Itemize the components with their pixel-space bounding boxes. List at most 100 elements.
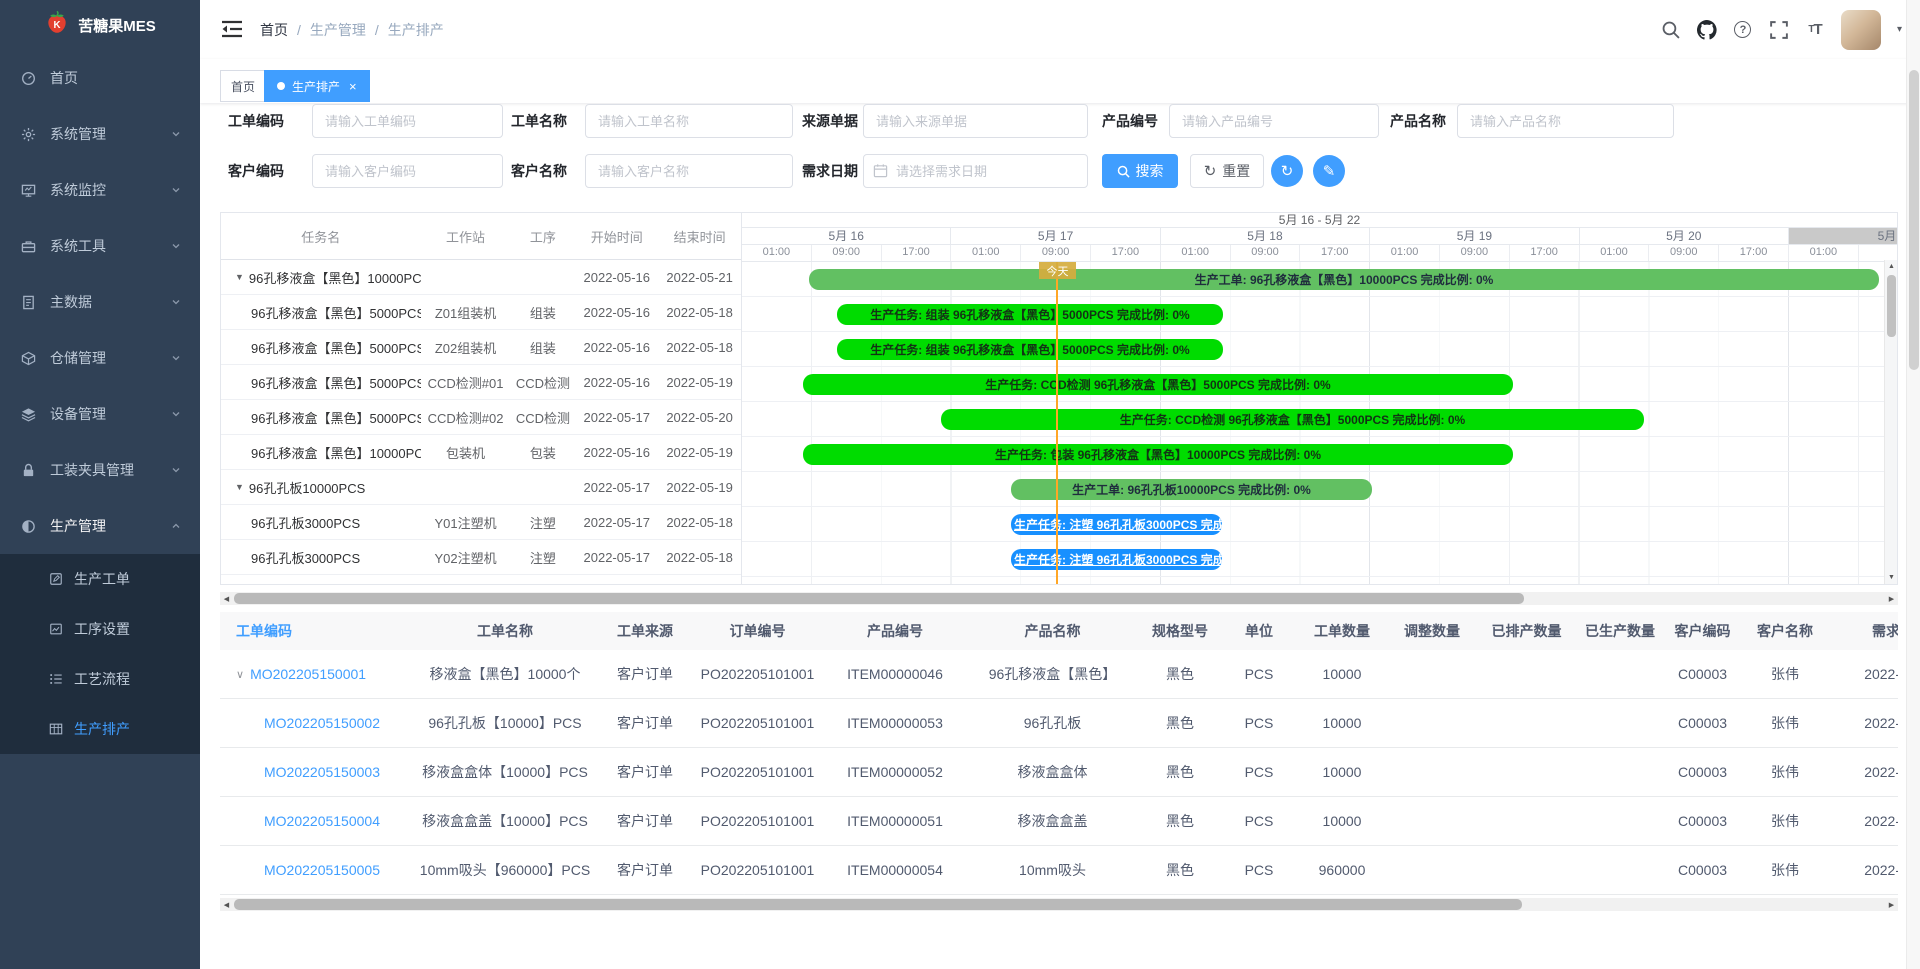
gantt-bar[interactable]: 生产工单: 96孔移液盒【黑色】10000PCS 完成比例: 0% bbox=[809, 269, 1879, 290]
gantt-bar[interactable]: 生产任务: 包装 96孔移液盒【黑色】10000PCS 完成比例: 0% bbox=[803, 444, 1513, 465]
work-order-link[interactable]: MO202205150004 bbox=[264, 813, 380, 829]
gantt-bar[interactable]: 生产任务: CCD检测 96孔移液盒【黑色】5000PCS 完成比例: 0% bbox=[803, 374, 1513, 395]
work-order-link[interactable]: MO202205150005 bbox=[264, 862, 380, 878]
help-icon[interactable]: ? bbox=[1733, 20, 1753, 40]
sidebar-collapse-icon[interactable] bbox=[222, 20, 242, 38]
gantt-task-process: 组装 bbox=[510, 338, 575, 357]
sidebar-item-label: 生产排产 bbox=[74, 719, 200, 739]
github-icon[interactable] bbox=[1697, 20, 1717, 40]
filter-input-2[interactable] bbox=[863, 104, 1088, 138]
table-body: ∨MO202205150001移液盒【黑色】10000个客户订单PO202205… bbox=[220, 650, 1898, 895]
sidebar-item-tooling-management[interactable]: 工装夹具管理 bbox=[0, 442, 200, 498]
filter-input-0[interactable] bbox=[312, 104, 503, 138]
scroll-down-icon[interactable]: ▼ bbox=[1885, 571, 1898, 584]
filter-input-4[interactable] bbox=[1457, 104, 1674, 138]
tab-close-icon[interactable]: × bbox=[349, 80, 357, 93]
gantt-task-row[interactable]: ▼96孔移液盒【黑色】10000PCS2022-05-162022-05-21 bbox=[221, 260, 741, 295]
breadcrumb-home[interactable]: 首页 bbox=[260, 20, 288, 40]
topbar: 首页 / 生产管理 / 生产排产 ? TT ▾ bbox=[200, 0, 1920, 59]
gantt-task-row[interactable]: 96孔移液盒【黑色】5000PCSCCD检测#02CCD检测2022-05-17… bbox=[221, 400, 741, 435]
reset-button[interactable]: ↻ 重置 bbox=[1190, 154, 1264, 188]
table-cell: 客户订单 bbox=[600, 762, 690, 782]
sidebar-item-system-tools[interactable]: 系统工具 bbox=[0, 218, 200, 274]
work-order-code-cell: ∨ MO202205150001 bbox=[220, 666, 410, 682]
scroll-right-icon[interactable]: ▶ bbox=[1885, 898, 1898, 911]
work-order-link[interactable]: MO202205150001 bbox=[250, 666, 366, 682]
table-cell: 960000 bbox=[1298, 862, 1386, 878]
gantt-bar[interactable]: 生产任务: 注塑 96孔孔板3000PCS 完成比例: 0% bbox=[1011, 514, 1222, 535]
search-button[interactable]: 搜索 bbox=[1102, 154, 1178, 188]
scroll-up-icon[interactable]: ▲ bbox=[1885, 260, 1898, 273]
filter-input-5[interactable] bbox=[312, 154, 503, 188]
gantt-task-row[interactable]: 96孔孔板3000PCSY01注塑机注塑2022-05-172022-05-18 bbox=[221, 505, 741, 540]
gantt-bar[interactable]: 生产工单: 96孔孔板10000PCS 完成比例: 0% bbox=[1011, 479, 1372, 500]
chevron-up-icon bbox=[170, 520, 182, 532]
gantt-task-name: 96孔移液盒【黑色】5000PCS bbox=[221, 408, 421, 427]
sidebar-item-production-work-order[interactable]: 生产工单 bbox=[0, 554, 200, 604]
breadcrumb-production-management[interactable]: 生产管理 bbox=[310, 20, 366, 40]
work-order-link[interactable]: MO202205150003 bbox=[264, 764, 380, 780]
scroll-right-icon[interactable]: ▶ bbox=[1885, 592, 1898, 605]
gantt-vscroll-thumb[interactable] bbox=[1887, 275, 1896, 337]
sidebar-item-equipment-management[interactable]: 设备管理 bbox=[0, 386, 200, 442]
sidebar-item-master-data[interactable]: 主数据 bbox=[0, 274, 200, 330]
gantt-task-station: Y02注塑机 bbox=[421, 548, 511, 567]
sidebar-item-warehouse-management[interactable]: 仓储管理 bbox=[0, 330, 200, 386]
tab-home[interactable]: 首页 bbox=[220, 70, 266, 102]
gantt-task-row[interactable]: 96孔移液盒【黑色】5000PCSZ02组装机组装2022-05-162022-… bbox=[221, 330, 741, 365]
fullscreen-icon[interactable] bbox=[1769, 20, 1789, 40]
user-menu-caret-icon[interactable]: ▾ bbox=[1897, 24, 1902, 35]
scroll-left-icon[interactable]: ◀ bbox=[220, 592, 233, 605]
filter-input-6[interactable] bbox=[585, 154, 793, 188]
edit-circle-button[interactable]: ✎ bbox=[1313, 155, 1345, 187]
gantt-task-row[interactable]: 96孔移液盒【黑色】5000PCSCCD检测#01CCD检测2022-05-16… bbox=[221, 365, 741, 400]
gantt-bar[interactable]: 生产任务: 注塑 96孔孔板3000PCS 完成比例: 0% bbox=[1011, 549, 1222, 570]
sidebar-item-production-management[interactable]: 生产管理 bbox=[0, 498, 200, 554]
gantt-task-row[interactable]: 96孔移液盒【黑色】5000PCSZ01组装机组装2022-05-162022-… bbox=[221, 295, 741, 330]
gantt-task-station: Z02组装机 bbox=[421, 338, 511, 357]
search-icon[interactable] bbox=[1661, 20, 1681, 40]
tree-expand-icon[interactable]: ▼ bbox=[235, 272, 244, 282]
gantt-task-end: 2022-05-18 bbox=[658, 340, 741, 355]
table-cell: 10mm吸头【960000】PCS bbox=[410, 860, 600, 880]
sidebar-item-process-setting[interactable]: 工序设置 bbox=[0, 604, 200, 654]
gantt-task-row[interactable]: 96孔孔板3000PCSY03注塑机注塑2022-05-172022-05-18 bbox=[221, 575, 741, 585]
tree-expand-icon[interactable]: ▼ bbox=[235, 482, 244, 492]
filter-input-3[interactable] bbox=[1169, 104, 1379, 138]
work-order-code-cell: MO202205150002 bbox=[220, 715, 410, 731]
scroll-left-icon[interactable]: ◀ bbox=[220, 898, 233, 911]
gantt-task-row[interactable]: 96孔移液盒【黑色】10000PCS包装机包装2022-05-162022-05… bbox=[221, 435, 741, 470]
user-avatar[interactable] bbox=[1841, 10, 1881, 50]
gantt-bar[interactable]: 生产任务: 组装 96孔移液盒【黑色】5000PCS 完成比例: 0% bbox=[837, 339, 1223, 360]
gantt-hour-cell: 09:00 bbox=[812, 245, 882, 261]
gantt-task-row[interactable]: ▼96孔孔板10000PCS2022-05-172022-05-19 bbox=[221, 470, 741, 505]
table-hscroll-thumb[interactable] bbox=[234, 899, 1522, 910]
table-cell: 96孔移液盒【黑色】 bbox=[965, 664, 1140, 684]
demand-date-input[interactable] bbox=[863, 154, 1088, 188]
page-scroll-thumb[interactable] bbox=[1909, 70, 1919, 370]
app-logo-row[interactable]: K 苦糖果MES bbox=[0, 0, 200, 50]
gantt-task-start: 2022-05-16 bbox=[575, 445, 658, 460]
sidebar-item-system-monitor[interactable]: 系统监控 bbox=[0, 162, 200, 218]
table-row: MO202205150003移液盒盒体【10000】PCS客户订单PO20220… bbox=[220, 748, 1898, 797]
gantt-task-row[interactable]: 96孔孔板3000PCSY02注塑机注塑2022-05-172022-05-18 bbox=[221, 540, 741, 575]
table-cell: C00003 bbox=[1665, 715, 1740, 731]
work-order-link[interactable]: MO202205150002 bbox=[264, 715, 380, 731]
gantt-hour-cell: 09:00 bbox=[1231, 245, 1301, 261]
filter-input-1[interactable] bbox=[585, 104, 793, 138]
tab-production-schedule[interactable]: 生产排产 × bbox=[264, 70, 370, 102]
today-marker-line bbox=[1056, 262, 1058, 584]
font-size-icon[interactable]: TT bbox=[1805, 20, 1825, 40]
sidebar-item-production-schedule[interactable]: 生产排产 bbox=[0, 704, 200, 754]
sidebar-item-label: 工序设置 bbox=[74, 619, 200, 639]
sidebar-item-home[interactable]: 首页 bbox=[0, 50, 200, 106]
refresh-circle-button[interactable]: ↻ bbox=[1271, 155, 1303, 187]
table-cell: PO202205101001 bbox=[690, 666, 825, 682]
gantt-bar[interactable]: 生产任务: CCD检测 96孔移液盒【黑色】5000PCS 完成比例: 0% bbox=[941, 409, 1644, 430]
row-expand-icon[interactable]: ∨ bbox=[236, 668, 244, 681]
gantt-hscroll-thumb[interactable] bbox=[234, 593, 1524, 604]
table-column-header: 单位 bbox=[1220, 621, 1298, 641]
gantt-bar[interactable]: 生产任务: 组装 96孔移液盒【黑色】5000PCS 完成比例: 0% bbox=[837, 304, 1223, 325]
sidebar-item-system-management[interactable]: 系统管理 bbox=[0, 106, 200, 162]
sidebar-item-process-flow[interactable]: 工艺流程 bbox=[0, 654, 200, 704]
